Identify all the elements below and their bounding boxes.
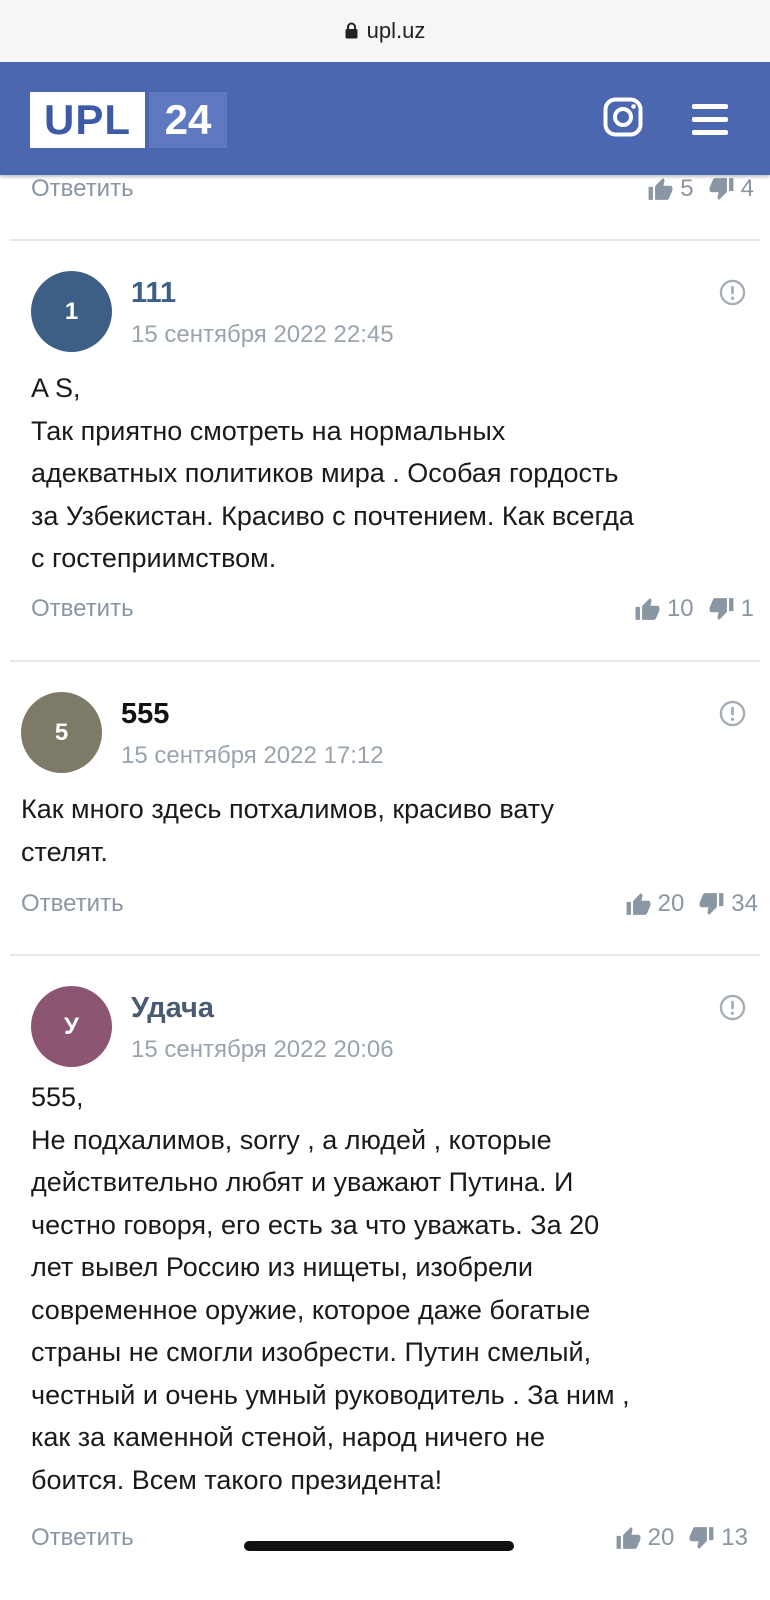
lock-icon [345, 22, 358, 38]
comment-author[interactable]: 555 [121, 698, 169, 731]
dislikes-count: 4 [740, 175, 754, 202]
avatar: 5 [21, 692, 102, 773]
reply-button[interactable]: Ответить [31, 175, 134, 203]
dislikes-count: 34 [731, 890, 758, 917]
vote-counts: 20 13 [615, 1524, 748, 1552]
thumbs-up-icon[interactable] [647, 176, 674, 202]
thumbs-down-icon[interactable] [708, 596, 735, 622]
comment-text: A S, Так приятно смотреть на нормальных … [31, 373, 634, 573]
comment-item: 1 111 15 сентября 2022 22:45 A S, Так пр… [10, 241, 760, 662]
logo-text-24: 24 [149, 92, 227, 148]
thumbs-up-icon[interactable] [625, 891, 652, 917]
vote-counts: 5 4 [647, 175, 754, 203]
reply-button[interactable]: Ответить [31, 595, 134, 623]
thumbs-up-icon[interactable] [634, 596, 661, 622]
reply-button[interactable]: Ответить [31, 1524, 134, 1552]
likes-count: 5 [680, 175, 694, 202]
comment-actions: Ответить 10 1 [10, 589, 760, 629]
reply-button[interactable]: Ответить [21, 890, 124, 918]
comment-text: Как много здесь потхалимов, красиво вату… [21, 794, 554, 867]
comment-item: У Удача 15 сентября 2022 20:06 555, Не п… [10, 956, 760, 1596]
home-indicator[interactable] [244, 1541, 514, 1551]
comment-author[interactable]: 111 [131, 277, 176, 310]
comments-list: Ответить 5 4 1 111 15 сентября 2022 22:4… [0, 175, 770, 1596]
thumbs-down-icon[interactable] [698, 891, 725, 917]
likes-count: 20 [657, 890, 685, 917]
comment-author[interactable]: Удача [131, 992, 214, 1025]
thumbs-down-icon[interactable] [708, 176, 735, 202]
site-logo[interactable]: UPL 24 [30, 92, 227, 148]
logo-text-upl: UPL [30, 92, 145, 148]
report-icon[interactable] [719, 994, 746, 1021]
avatar: У [31, 986, 112, 1067]
comment-partial: Ответить 5 4 [10, 175, 760, 241]
thumbs-down-icon[interactable] [688, 1525, 715, 1551]
comment-actions: Ответить 20 34 [10, 884, 760, 924]
dislikes-count: 13 [721, 1524, 748, 1551]
avatar: 1 [31, 271, 112, 352]
instagram-icon[interactable] [603, 97, 643, 137]
report-icon[interactable] [719, 279, 746, 306]
comment-date: 15 сентября 2022 20:06 [131, 1036, 394, 1063]
comment-item: 5 555 15 сентября 2022 17:12 Как много з… [10, 662, 760, 956]
dislikes-count: 1 [740, 595, 754, 622]
site-header: UPL 24 [0, 62, 770, 175]
comment-date: 15 сентября 2022 22:45 [131, 321, 394, 348]
comment-actions: Ответить 5 4 [31, 175, 754, 203]
url-text: upl.uz [366, 18, 426, 43]
comment-text: 555, Не подхалимов, sorry , а людей , ко… [31, 1082, 630, 1495]
likes-count: 20 [647, 1524, 675, 1551]
vote-counts: 10 1 [634, 595, 754, 623]
browser-url-bar[interactable]: upl.uz [0, 0, 770, 62]
likes-count: 10 [666, 595, 694, 622]
thumbs-up-icon[interactable] [615, 1525, 642, 1551]
comment-date: 15 сентября 2022 17:12 [121, 742, 384, 769]
report-icon[interactable] [719, 700, 746, 727]
comment-actions: Ответить 20 13 [10, 1518, 760, 1558]
vote-counts: 20 34 [625, 890, 758, 918]
hamburger-menu-icon[interactable] [692, 104, 730, 136]
